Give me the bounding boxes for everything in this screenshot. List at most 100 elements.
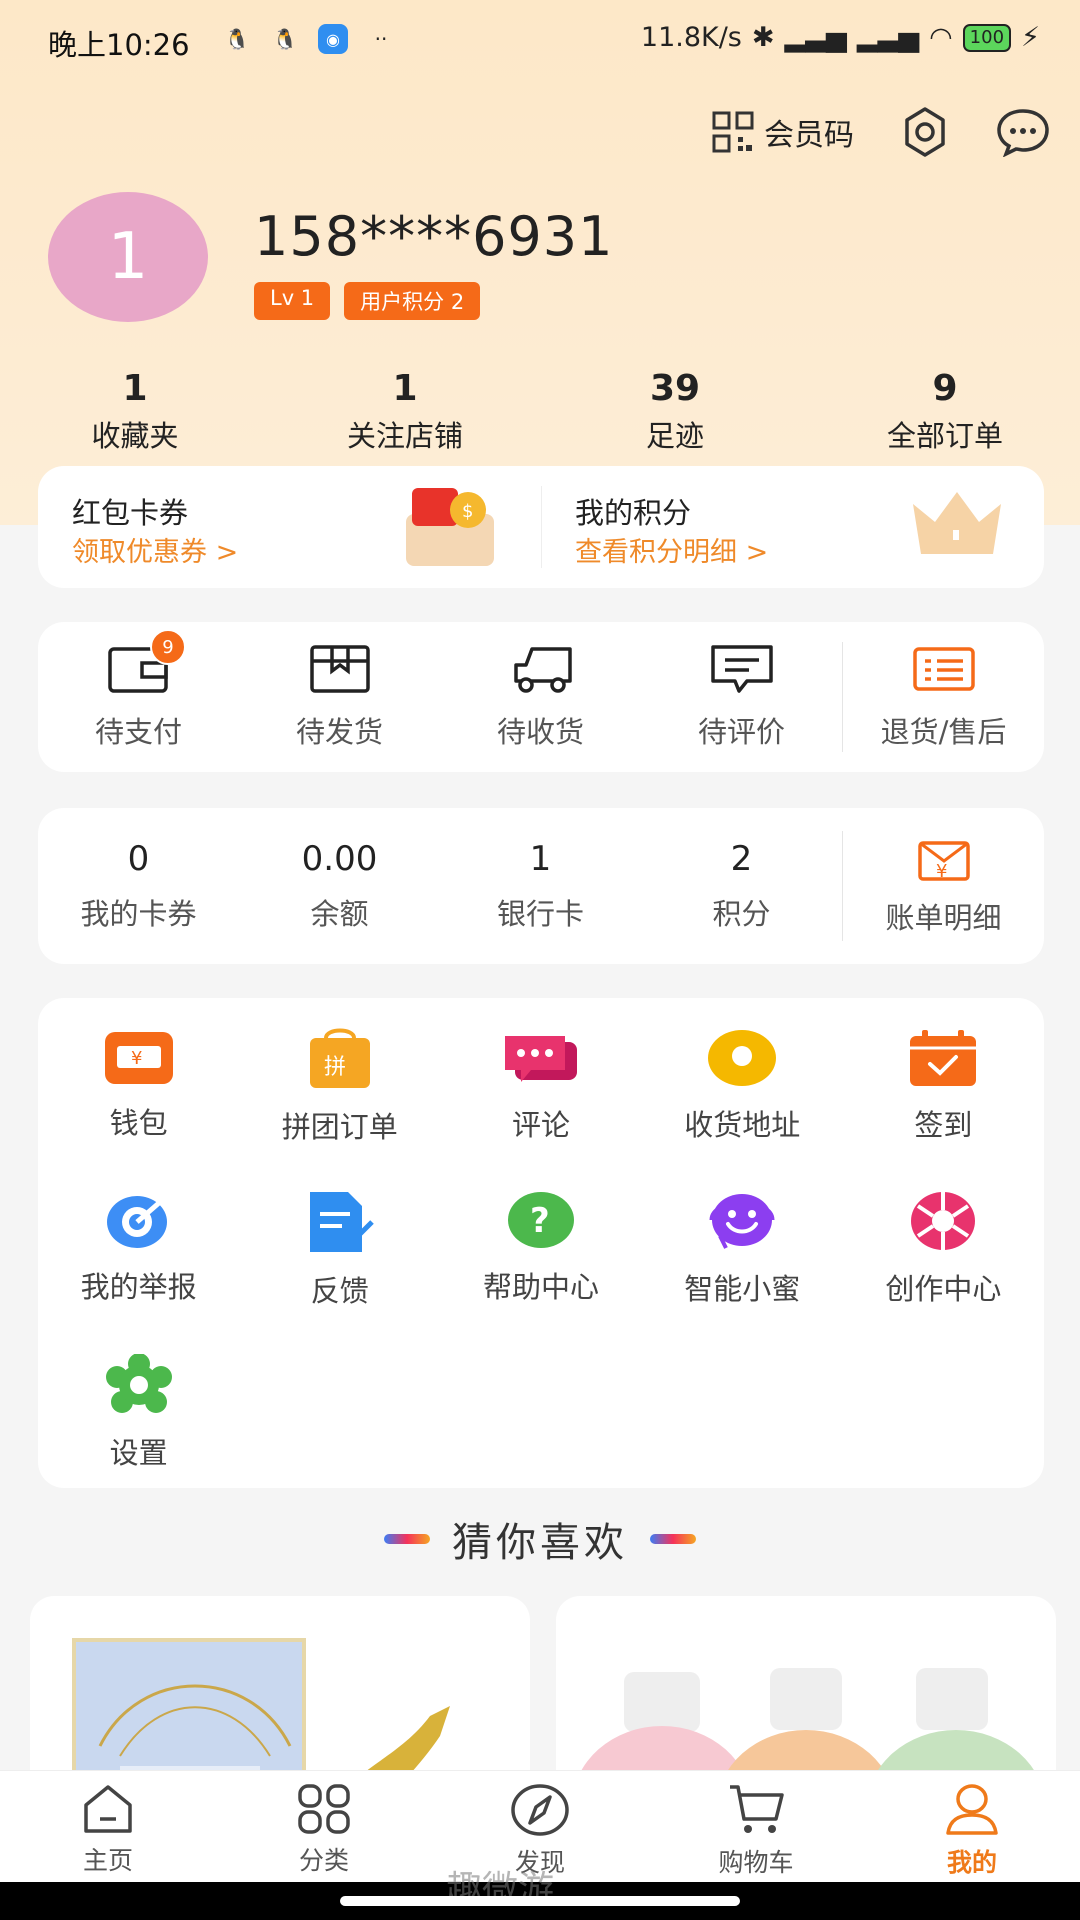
wallet-value: 1 xyxy=(529,839,552,879)
red-envelope-icon: $ xyxy=(406,488,494,566)
cart-icon xyxy=(730,1785,784,1833)
gear-flower-icon xyxy=(105,1354,172,1413)
order-label: 待收货 xyxy=(496,715,584,749)
stat-label: 关注店铺 xyxy=(346,419,463,453)
location-icon xyxy=(708,1030,777,1086)
compass-icon xyxy=(511,1784,569,1836)
stat-followed-shops[interactable]: 1 关注店铺 xyxy=(270,368,540,455)
service-creator-center[interactable]: 创作中心 xyxy=(843,1190,1044,1310)
wallet-balance[interactable]: 0.00 余额 xyxy=(239,839,440,933)
tab-label: 我的 xyxy=(946,1848,997,1877)
group-bag-icon: 拼 xyxy=(309,1028,370,1088)
status-time: 晚上10:26 xyxy=(48,28,190,62)
order-pending-review[interactable]: 待评价 xyxy=(641,643,842,751)
tab-mine[interactable]: 我的 xyxy=(864,1771,1080,1883)
stat-all-orders[interactable]: 9 全部订单 xyxy=(810,368,1080,455)
service-label: 反馈 xyxy=(310,1274,369,1308)
wallet-value: 0 xyxy=(127,839,150,879)
service-label: 评论 xyxy=(511,1108,570,1142)
orders-card: 9 待支付 待发货 待收货 待评价 退货/售后 xyxy=(38,622,1044,772)
svg-text:?: ? xyxy=(530,1201,550,1241)
order-label: 退货/售后 xyxy=(880,715,1007,749)
status-bar: 晚上10:26 🐧 🐧 ◉ ·· 11.8K/s ✱ ▂▃▅ ▂▃▅ ◠ 100… xyxy=(0,0,1080,78)
bill-details[interactable]: ¥ 账单明细 xyxy=(843,835,1044,937)
points-badge[interactable]: 用户积分 2 xyxy=(344,282,481,320)
stat-value: 9 xyxy=(932,368,958,409)
stat-value: 1 xyxy=(122,368,148,409)
calendar-check-icon xyxy=(910,1030,977,1086)
coupon-section[interactable]: 红包卡券 领取优惠券 > $ xyxy=(38,466,541,588)
target-icon xyxy=(106,1194,169,1248)
order-pending-shipment[interactable]: 待发货 xyxy=(239,643,440,751)
tab-home[interactable]: 主页 xyxy=(0,1771,216,1883)
order-label: 待支付 xyxy=(94,715,182,749)
home-indicator[interactable] xyxy=(340,1896,740,1906)
service-wallet[interactable]: ¥ 钱包 xyxy=(38,1028,239,1146)
service-help-center[interactable]: ? 帮助中心 xyxy=(440,1190,641,1310)
wallet-icon: ¥ xyxy=(104,1032,173,1084)
battery-icon: 100 xyxy=(962,23,1012,52)
avatar[interactable]: 1 xyxy=(48,192,208,322)
get-coupon-link[interactable]: 领取优惠券 > xyxy=(72,530,238,569)
service-smart-assistant[interactable]: 智能小蜜 xyxy=(642,1190,843,1310)
qq-icon: 🐧 xyxy=(224,27,250,51)
coupon-points-card: 红包卡券 领取优惠券 > $ 我的积分 查看积分明细 > xyxy=(38,466,1044,588)
settings-button[interactable] xyxy=(898,105,952,159)
service-my-reports[interactable]: 我的举报 xyxy=(38,1190,239,1310)
service-label: 拼团订单 xyxy=(281,1110,398,1144)
decoration-stripe xyxy=(384,1534,430,1544)
service-grid: ¥ 钱包 拼 拼团订单 评论 收货地址 签到 我的举报 反馈 ? 帮助中心 智能… xyxy=(38,1028,1044,1472)
member-code-button[interactable]: 会员码 xyxy=(712,110,854,154)
service-label: 签到 xyxy=(914,1108,973,1142)
wallet-points[interactable]: 2 积分 xyxy=(641,839,842,933)
service-label: 钱包 xyxy=(109,1106,168,1140)
guess-you-like-header: 猜你喜欢 xyxy=(0,1510,1080,1568)
tab-label: 分类 xyxy=(298,1846,349,1875)
help-icon: ? xyxy=(507,1192,574,1248)
service-label: 设置 xyxy=(109,1436,168,1470)
service-feedback[interactable]: 反馈 xyxy=(239,1190,440,1310)
stat-footprints[interactable]: 39 足迹 xyxy=(540,368,810,455)
qq-icon: 🐧 xyxy=(272,27,298,51)
user-phone: 158****6931 xyxy=(254,205,614,268)
services-card: ¥ 钱包 拼 拼团订单 评论 收货地址 签到 我的举报 反馈 ? 帮助中心 智能… xyxy=(38,998,1044,1488)
tab-cart[interactable]: 购物车 xyxy=(648,1771,864,1883)
member-code-label: 会员码 xyxy=(764,118,854,153)
service-comments[interactable]: 评论 xyxy=(440,1028,641,1146)
svg-text:拼: 拼 xyxy=(324,1055,346,1080)
service-address[interactable]: 收货地址 xyxy=(642,1028,843,1146)
service-settings[interactable]: 设置 xyxy=(38,1354,239,1472)
service-group-orders[interactable]: 拼 拼团订单 xyxy=(239,1028,440,1146)
stats-row: 1 收藏夹 1 关注店铺 39 足迹 9 全部订单 xyxy=(0,368,1080,455)
qr-code-icon xyxy=(712,111,754,153)
tab-category[interactable]: 分类 xyxy=(216,1771,432,1883)
gear-icon xyxy=(905,107,945,157)
order-pending-payment[interactable]: 9 待支付 xyxy=(38,629,239,751)
stat-label: 全部订单 xyxy=(886,419,1003,453)
order-pending-receipt[interactable]: 待收货 xyxy=(440,643,641,751)
order-returns[interactable]: 退货/售后 xyxy=(843,643,1044,751)
user-badges: Lv 1 用户积分 2 xyxy=(254,282,481,320)
net-speed: 11.8K/s xyxy=(640,22,742,53)
stat-label: 收藏夹 xyxy=(91,419,179,453)
wallet-label: 银行卡 xyxy=(496,897,584,931)
person-icon xyxy=(946,1784,998,1835)
app-notification-icon: ◉ xyxy=(318,24,348,54)
wallet-label: 账单明细 xyxy=(885,901,1002,935)
wallet-value: 0.00 xyxy=(301,839,378,879)
smiley-headset-icon xyxy=(709,1194,775,1249)
service-checkin[interactable]: 签到 xyxy=(843,1028,1044,1146)
crown-icon xyxy=(913,492,1001,554)
service-label: 帮助中心 xyxy=(482,1270,599,1304)
aperture-icon xyxy=(911,1192,976,1250)
message-button[interactable] xyxy=(996,105,1050,159)
wallet-bank-card[interactable]: 1 银行卡 xyxy=(440,839,641,933)
points-section[interactable]: 我的积分 查看积分明细 > xyxy=(541,466,1044,588)
return-list-icon xyxy=(912,647,975,691)
truck-icon xyxy=(513,647,572,693)
svg-text:¥: ¥ xyxy=(936,861,947,882)
stat-favorites[interactable]: 1 收藏夹 xyxy=(0,368,270,455)
wallet-my-coupons[interactable]: 0 我的卡券 xyxy=(38,839,239,933)
points-detail-link[interactable]: 查看积分明细 > xyxy=(575,530,768,569)
points-title: 我的积分 xyxy=(575,496,692,530)
